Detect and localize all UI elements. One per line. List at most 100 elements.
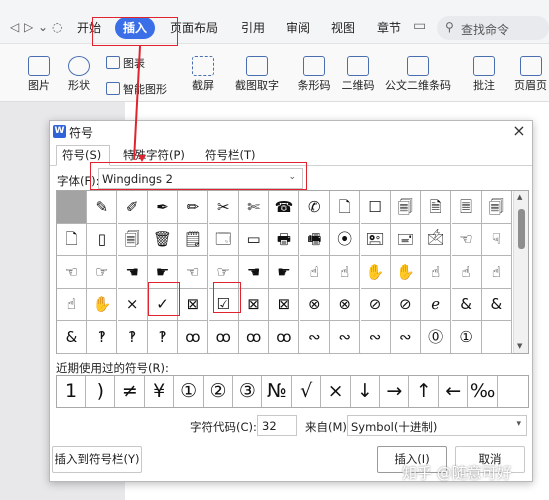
symbol-cell[interactable]: 🖶	[269, 223, 300, 257]
symbol-cell[interactable]: 🗒	[178, 223, 209, 257]
recent-symbol-cell[interactable]: 1	[57, 376, 86, 407]
recent-symbol-cell[interactable]: ←	[439, 376, 469, 407]
symbol-cell[interactable]: ‽	[87, 320, 118, 354]
symbol-cell[interactable]: ⊗	[330, 288, 361, 322]
ocr-button[interactable]: 截图取字	[230, 56, 284, 93]
symbol-cell[interactable]: 🖄	[421, 223, 452, 257]
shapes-button[interactable]: 形状	[62, 56, 96, 93]
recent-symbol-cell[interactable]: ×	[322, 376, 351, 407]
tab-section[interactable]: 章节	[377, 20, 401, 36]
symbol-cell[interactable]: ⦿	[330, 223, 361, 257]
scroll-up-icon[interactable]: ▲	[517, 193, 522, 201]
symbol-cell[interactable]: ✎	[87, 191, 118, 224]
symbol-cell[interactable]: ✋	[390, 255, 421, 289]
symbol-cell[interactable]: ∾	[360, 320, 391, 354]
symbol-cell[interactable]: ꝏ	[208, 320, 239, 354]
recent-symbol-cell[interactable]: →	[380, 376, 410, 407]
tab-references[interactable]: 引用	[241, 20, 265, 36]
redo-icon[interactable]: ▷	[24, 20, 33, 34]
from-select[interactable]: Symbol(十进制) ▾	[347, 415, 527, 436]
symbol-cell[interactable]: ☐	[360, 191, 391, 224]
dropdown-icon[interactable]: ⌄	[38, 20, 48, 34]
symbol-cell[interactable]: 🗋	[330, 191, 361, 224]
symbol-cell[interactable]: ⊘	[390, 288, 421, 322]
recent-symbol-cell[interactable]: ②	[204, 376, 233, 407]
comment-button[interactable]: 批注	[468, 56, 500, 93]
qrcode-button[interactable]: 二维码	[340, 56, 376, 93]
symbol-cell[interactable]: ⊠	[269, 288, 300, 322]
more-icon[interactable]: ◌	[52, 20, 62, 34]
recent-symbol-cell[interactable]: №	[263, 376, 292, 407]
recent-symbol-cell[interactable]: ‰	[469, 376, 498, 407]
symbol-cell[interactable]: ∾	[390, 320, 421, 354]
insert-to-bar-button[interactable]: 插入到符号栏(Y)	[52, 446, 142, 473]
symbol-cell[interactable]: ✒	[148, 191, 179, 224]
dialog-titlebar[interactable]: W 符号 ×	[50, 121, 532, 143]
symbol-cell[interactable]: ꝏ	[269, 320, 300, 354]
symbol-cell[interactable]: &	[57, 320, 87, 354]
symbol-cell[interactable]: ‽	[148, 320, 179, 354]
symbol-cell[interactable]: &	[451, 288, 482, 322]
symbol-cell[interactable]: ✏	[178, 191, 209, 224]
symbol-cell[interactable]: ꝏ	[178, 320, 209, 354]
symbol-cell[interactable]: 🗏	[451, 191, 482, 224]
undo-icon[interactable]: ◁	[10, 20, 19, 34]
symbol-cell[interactable]: ✋	[87, 288, 118, 322]
symbol-cell[interactable]: ☟	[481, 223, 512, 257]
symbol-cell[interactable]	[481, 320, 512, 354]
symbol-cell[interactable]: ℯ	[421, 288, 452, 322]
symbol-cell[interactable]: ☞	[87, 255, 118, 289]
symbol-cell[interactable]: ∾	[330, 320, 361, 354]
symbol-cell[interactable]: ☝	[299, 255, 330, 289]
symbol-cell[interactable]: ‽	[117, 320, 148, 354]
symbol-cell[interactable]: ▯	[87, 223, 118, 257]
symbol-cell[interactable]: ✐	[117, 191, 148, 224]
recent-symbol-cell[interactable]: ≠	[116, 376, 145, 407]
symbol-cell[interactable]: ☝	[57, 288, 87, 322]
screenshot-button[interactable]: 截屏	[186, 56, 220, 93]
symbol-cell[interactable]: 🖷	[299, 223, 330, 257]
symbol-cell[interactable]: ⊗	[299, 288, 330, 322]
recent-symbol-cell[interactable]: ①	[175, 376, 204, 407]
symbol-cell[interactable]: 🗔	[208, 223, 239, 257]
recent-symbol-cell[interactable]: )	[86, 376, 116, 407]
tab-view[interactable]: 视图	[331, 20, 355, 36]
scroll-thumb[interactable]	[518, 209, 525, 249]
tab-symbol[interactable]: 符号(S)	[62, 147, 101, 163]
symbol-cell[interactable]: 🗑	[148, 223, 179, 257]
symbol-cell[interactable]: ✄	[239, 191, 270, 224]
symbol-scrollbar[interactable]: ▲ ▼	[513, 191, 528, 353]
symbol-cell[interactable]: 🗎	[421, 191, 452, 224]
barcode-button[interactable]: 条形码	[293, 56, 335, 93]
symbol-cell[interactable]: ×	[117, 288, 148, 322]
symbol-cell[interactable]: 🗐	[117, 223, 148, 257]
symbol-cell[interactable]: ☝	[481, 255, 512, 289]
tab-symbol-bar[interactable]: 符号栏(T)	[205, 147, 256, 163]
recent-symbol-cell[interactable]: ↑	[410, 376, 439, 407]
symbol-cell[interactable]: &	[481, 288, 512, 322]
symbol-cell[interactable]: ⊠	[239, 288, 270, 322]
symbol-cell[interactable]: ✋	[360, 255, 391, 289]
scroll-down-icon[interactable]: ▼	[517, 342, 522, 350]
symbol-cell[interactable]: ⊠	[178, 288, 209, 322]
symbol-cell[interactable]: ▭	[239, 223, 270, 257]
symbol-cell[interactable]: ①	[451, 320, 482, 354]
symbol-cell[interactable]: ⓪	[421, 320, 452, 354]
tab-review[interactable]: 审阅	[286, 20, 310, 36]
picture-button[interactable]: 图片	[22, 56, 56, 93]
doc-qrcode-button[interactable]: 公文二维条码	[383, 56, 453, 93]
symbol-cell[interactable]: ☎	[269, 191, 300, 224]
symbol-cell[interactable]: ꝏ	[239, 320, 270, 354]
symbol-cell[interactable]: ☜	[451, 223, 482, 257]
symbol-cell[interactable]: 🗐	[390, 191, 421, 224]
symbol-cell[interactable]: 🖃	[390, 223, 421, 257]
symbol-cell[interactable]: 🗐	[481, 191, 512, 224]
recent-symbol-cell[interactable]: ¥	[145, 376, 175, 407]
header-button[interactable]: 页眉页	[512, 56, 549, 93]
symbol-cell[interactable]: ☚	[117, 255, 148, 289]
symbol-cell[interactable]: ☚	[239, 255, 270, 289]
char-code-input[interactable]: 32	[257, 415, 297, 436]
recent-symbol-cell[interactable]: ③	[233, 376, 263, 407]
symbol-cell[interactable]: ∾	[299, 320, 330, 354]
symbol-cell[interactable]: ✆	[299, 191, 330, 224]
